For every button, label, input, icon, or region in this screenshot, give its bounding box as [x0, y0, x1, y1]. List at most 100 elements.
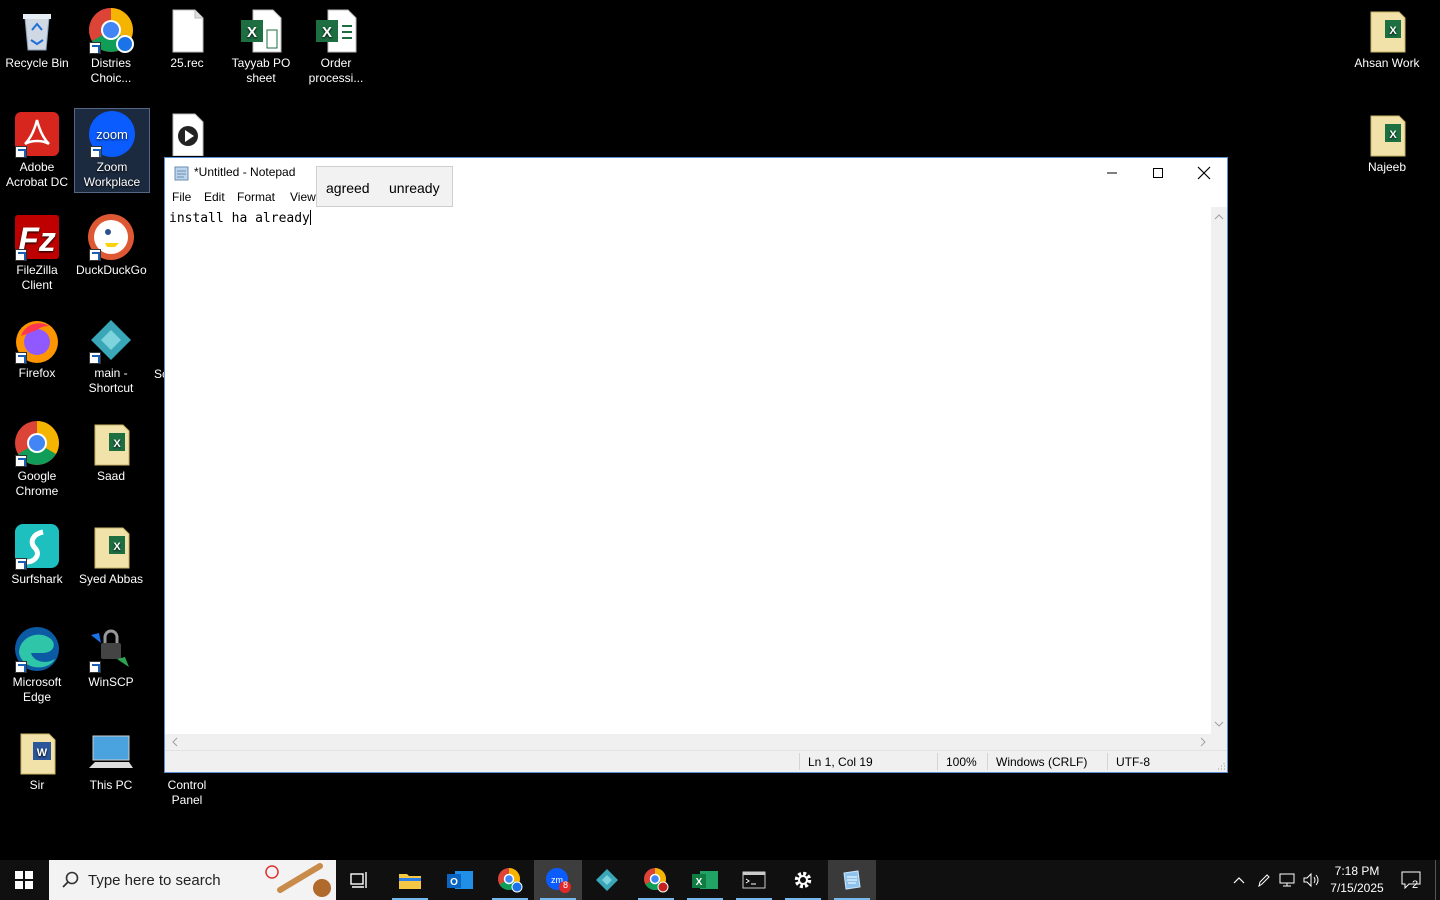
suggestion-unready[interactable]: unready: [389, 180, 440, 196]
desktop-icon-label: Firefox: [18, 366, 56, 380]
edge-icon: [13, 625, 61, 673]
acrobat-icon: [13, 110, 61, 158]
taskbar-terminal[interactable]: [730, 860, 778, 900]
desktop-icon-duckduckgo[interactable]: DuckDuckGo: [74, 207, 148, 278]
show-hidden-icons-button[interactable]: [1228, 860, 1250, 900]
clock-time: 7:18 PM: [1334, 864, 1380, 878]
taskbar-settings[interactable]: [779, 860, 827, 900]
task-view-icon: [350, 872, 367, 888]
surfshark-icon: [13, 522, 61, 570]
app-shortcut-icon: [596, 869, 618, 891]
terminal-icon: [742, 871, 766, 889]
tray-pen-button[interactable]: [1252, 860, 1274, 900]
taskbar-excel[interactable]: X: [681, 860, 729, 900]
tray-network-button[interactable]: [1276, 860, 1298, 900]
notepad-icon: [843, 870, 861, 890]
chrome-icon: [498, 868, 523, 893]
desktop-icon-label: Surfshark: [11, 572, 63, 586]
desktop-icon-microsoft-edge[interactable]: Microsoft Edge: [0, 619, 74, 705]
desktop-icon-label: Najeeb: [1367, 160, 1407, 174]
desktop-icon-label: Zoom Workplace: [83, 160, 141, 189]
scroll-right-icon[interactable]: [1195, 734, 1211, 750]
desktop-icon-label: Order processi...: [308, 56, 364, 85]
status-line-ending: Windows (CRLF): [996, 755, 1088, 769]
desktop-icon-label: This PC: [89, 778, 133, 792]
desktop-icon-ahsan-work[interactable]: X Ahsan Work: [1350, 0, 1424, 71]
maximize-button[interactable]: [1135, 158, 1181, 188]
desktop-icon-label: Adobe Acrobat DC: [5, 160, 69, 189]
desktop-icon-tayyab-po-sheet[interactable]: X Tayyab PO sheet: [224, 0, 298, 86]
desktop-icon-saad[interactable]: X Saad: [74, 413, 148, 484]
desktop-icon-winscp[interactable]: WinSCP: [74, 619, 148, 690]
zoom-notification-badge: 8: [563, 880, 569, 890]
status-bar: Ln 1, Col 19 100% Windows (CRLF) UTF-8: [165, 750, 1227, 772]
taskbar-notepad[interactable]: [828, 860, 876, 900]
desktop-icon-recycle-bin[interactable]: Recycle Bin: [0, 0, 74, 71]
firefox-icon: [13, 316, 61, 364]
menu-format[interactable]: Format: [237, 190, 275, 204]
suggestion-agreed[interactable]: agreed: [326, 180, 370, 196]
tray-volume-button[interactable]: [1300, 860, 1322, 900]
text-editor[interactable]: install ha already: [165, 207, 1213, 734]
desktop-icon-this-pc[interactable]: This PC: [74, 722, 148, 793]
taskbar-file-explorer[interactable]: [386, 860, 434, 900]
taskbar-app-shortcut[interactable]: [583, 860, 631, 900]
status-zoom: 100%: [946, 755, 977, 769]
taskbar-outlook[interactable]: O: [436, 860, 484, 900]
app-shortcut-icon: [87, 316, 135, 364]
desktop-icon-filezilla[interactable]: Fz FileZilla Client: [0, 207, 74, 293]
desktop-icon-surfshark[interactable]: Surfshark: [0, 516, 74, 587]
notepad-window[interactable]: *Untitled - Notepad File Edit Format Vie…: [164, 157, 1228, 773]
recycle-bin-icon: [13, 6, 61, 54]
network-icon: [1279, 873, 1295, 887]
desktop-icon-label: Microsoft Edge: [12, 675, 62, 704]
desktop-icon-label: Google Chrome: [15, 469, 59, 498]
desktop-icon-control-panel[interactable]: Control Panel: [150, 772, 224, 808]
winscp-icon: [87, 625, 135, 673]
menu-file[interactable]: File: [172, 190, 191, 204]
show-desktop-button[interactable]: [1435, 860, 1440, 900]
clock-date: 7/15/2025: [1330, 881, 1384, 895]
resize-grip-icon[interactable]: [1215, 760, 1225, 770]
filezilla-icon: Fz: [13, 213, 61, 261]
desktop-icon-main-shortcut[interactable]: main - Shortcut: [74, 310, 148, 396]
scroll-up-icon[interactable]: [1211, 209, 1227, 225]
taskbar-search-box[interactable]: Type here to search: [49, 860, 336, 900]
svg-text:X: X: [1389, 129, 1397, 141]
desktop-icon-zoom-workplace[interactable]: zoom Zoom Workplace: [74, 108, 150, 193]
desktop-icon-syed-abbas[interactable]: X Syed Abbas: [74, 516, 148, 587]
excel-file-icon: X: [1363, 110, 1411, 158]
excel-file-icon: X: [87, 522, 135, 570]
action-center-button[interactable]: 2: [1394, 860, 1428, 900]
desktop-icon-adobe-acrobat[interactable]: Adobe Acrobat DC: [0, 104, 74, 190]
start-button[interactable]: [0, 860, 48, 900]
desktop-icon-google-chrome[interactable]: Google Chrome: [0, 413, 74, 499]
chrome-icon: [644, 868, 669, 893]
desktop-icon-sir[interactable]: W Sir: [0, 722, 74, 793]
desktop-icon-label: Recycle Bin: [5, 56, 69, 70]
scroll-down-icon[interactable]: [1211, 716, 1227, 732]
scroll-left-icon[interactable]: [167, 734, 183, 750]
close-button[interactable]: [1181, 158, 1227, 188]
vertical-scrollbar[interactable]: [1211, 207, 1227, 734]
taskbar-chrome[interactable]: [632, 860, 680, 900]
desktop-icon-order-processing[interactable]: X Order processi...: [299, 0, 373, 86]
svg-text:W: W: [37, 747, 48, 759]
taskbar-zoom[interactable]: zm 8: [534, 860, 582, 900]
task-view-button[interactable]: [336, 860, 384, 900]
notepad-icon: [174, 165, 190, 181]
search-placeholder: Type here to search: [88, 872, 221, 889]
desktop-icon-distries-choice[interactable]: Distries Choic...: [74, 0, 148, 86]
desktop-icon-najeeb[interactable]: X Najeeb: [1350, 104, 1424, 175]
minimize-button[interactable]: [1089, 158, 1135, 188]
menu-edit[interactable]: Edit: [204, 190, 225, 204]
desktop-icon-media-file[interactable]: [150, 104, 224, 156]
minimize-icon: [1107, 172, 1117, 174]
horizontal-scrollbar[interactable]: [165, 734, 1213, 750]
desktop-icon-25-rec[interactable]: 25.rec: [150, 0, 224, 71]
menu-view[interactable]: View: [290, 190, 316, 204]
outlook-icon: O: [447, 871, 473, 889]
taskbar-clock[interactable]: 7:18 PM 7/15/2025: [1326, 863, 1388, 897]
taskbar-chrome-profile[interactable]: [486, 860, 534, 900]
desktop-icon-firefox[interactable]: Firefox: [0, 310, 74, 381]
